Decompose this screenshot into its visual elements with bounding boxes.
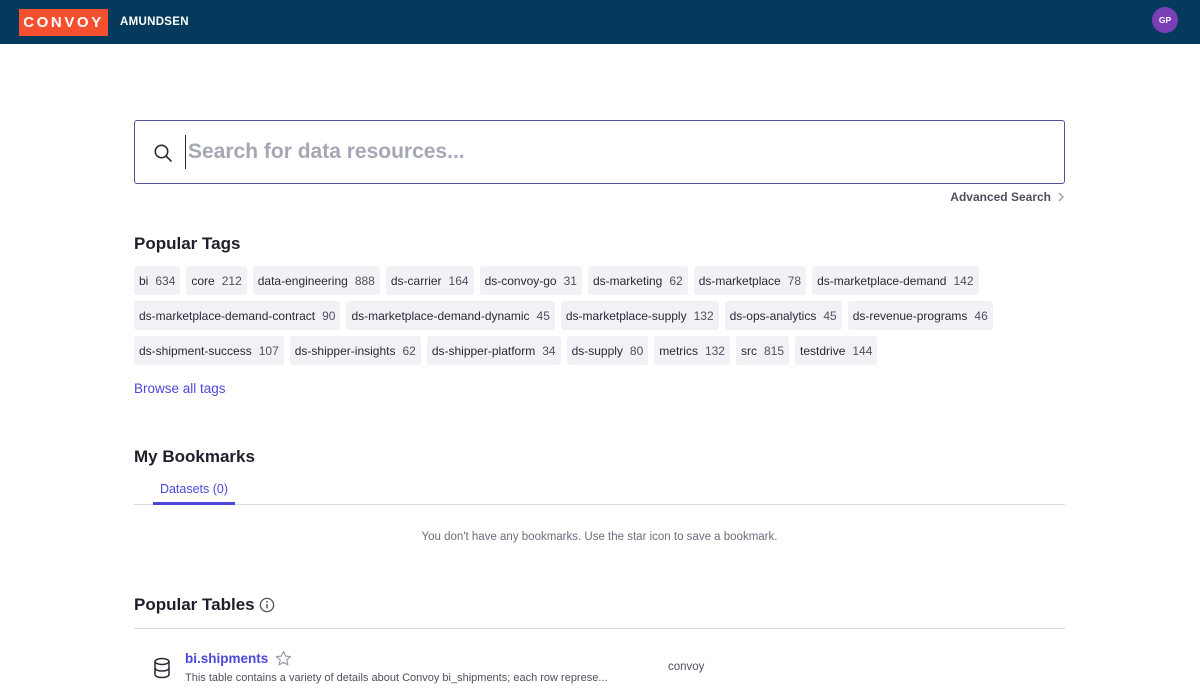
tag-chip[interactable]: src 815 (735, 336, 790, 365)
tag-name: ds-carrier (390, 273, 442, 288)
tag-chip[interactable]: ds-shipment-success 107 (134, 336, 284, 365)
tag-chip[interactable]: ds-convoy-go 31 (479, 266, 582, 295)
tag-chip[interactable]: ds-marketplace-demand-contract 90 (134, 301, 341, 330)
database-icon (154, 657, 170, 679)
tag-chip[interactable]: ds-marketplace-demand-dynamic 45 (346, 301, 555, 330)
tag-name: bi (139, 273, 149, 288)
table-description: This table contains a variety of details… (185, 672, 608, 684)
tab-datasets[interactable]: Datasets (0) (153, 476, 235, 505)
tag-count: 164 (448, 273, 469, 288)
tag-chip[interactable]: ds-shipper-platform 34 (426, 336, 561, 365)
info-icon[interactable] (259, 597, 275, 613)
user-avatar[interactable]: GP (1152, 7, 1178, 33)
advanced-search-label: Advanced Search (950, 190, 1051, 204)
tag-count: 46 (974, 308, 988, 323)
tag-name: ds-marketplace-demand-dynamic (351, 308, 530, 323)
search-bar[interactable] (134, 120, 1065, 184)
browse-all-tags-link[interactable]: Browse all tags (134, 381, 226, 396)
search-input[interactable] (185, 135, 1045, 169)
tag-chip[interactable]: ds-ops-analytics 45 (724, 301, 842, 330)
my-bookmarks-title: My Bookmarks (134, 447, 255, 466)
chevron-right-icon (1058, 192, 1064, 202)
tag-count: 62 (669, 273, 683, 288)
app-name[interactable]: AMUNDSEN (120, 16, 189, 28)
tag-chip[interactable]: ds-shipper-insights 62 (289, 336, 421, 365)
tag-name: data-engineering (257, 273, 348, 288)
tag-chip[interactable]: ds-marketing 62 (587, 266, 688, 295)
tag-chip[interactable]: ds-marketplace-demand 142 (812, 266, 979, 295)
tag-chip[interactable]: ds-supply 80 (566, 336, 649, 365)
tag-count: 31 (563, 273, 577, 288)
bookmarks-tab-bar: Datasets (0) (134, 476, 1065, 505)
tag-count: 815 (763, 343, 785, 358)
tag-count: 888 (354, 273, 375, 288)
tag-name: ds-marketplace-supply (565, 308, 687, 323)
tag-count: 34 (542, 343, 556, 358)
convoy-logo[interactable]: CONVOY (19, 8, 108, 36)
tag-chip[interactable]: ds-marketplace 78 (693, 266, 807, 295)
tag-count: 45 (536, 308, 550, 323)
tag-count: 132 (693, 308, 714, 323)
table-name-link[interactable]: bi.shipments (185, 651, 268, 666)
tag-chip[interactable]: metrics 132 (654, 336, 730, 365)
tag-name: ds-shipper-insights (294, 343, 396, 358)
top-nav-bar: CONVOY AMUNDSEN GP (0, 0, 1200, 44)
tag-chip[interactable]: data-engineering 888 (252, 266, 380, 295)
popular-tables-divider (134, 628, 1065, 629)
tag-chip[interactable]: ds-marketplace-supply 132 (560, 301, 719, 330)
tag-chip[interactable]: bi 634 (134, 266, 181, 295)
tag-name: ds-ops-analytics (729, 308, 817, 323)
tag-name: ds-supply (571, 343, 623, 358)
tag-name: ds-convoy-go (484, 273, 557, 288)
tag-count: 80 (629, 343, 644, 358)
tag-chip[interactable]: core 212 (186, 266, 247, 295)
tag-name: ds-shipper-platform (431, 343, 536, 358)
table-source: convoy (668, 661, 705, 673)
tag-count: 90 (322, 308, 336, 323)
tag-name: testdrive (800, 343, 846, 358)
tag-count: 45 (823, 308, 837, 323)
tag-name: ds-revenue-programs (852, 308, 968, 323)
tag-name: ds-shipment-success (139, 343, 252, 358)
star-icon[interactable] (275, 650, 292, 667)
tag-name: ds-marketplace-demand-contract (139, 308, 316, 323)
tag-name: src (740, 343, 757, 358)
tag-name: core (191, 273, 215, 288)
tag-chip[interactable]: ds-carrier 164 (385, 266, 474, 295)
tag-name: metrics (659, 343, 698, 358)
tag-chip[interactable]: testdrive 144 (795, 336, 878, 365)
tag-count: 78 (787, 273, 802, 288)
tag-count: 107 (258, 343, 279, 358)
advanced-search-link[interactable]: Advanced Search (950, 190, 1065, 204)
tag-chip[interactable]: ds-revenue-programs 46 (847, 301, 993, 330)
popular-tags-list: bi 634 core 212 data-engineering 888 ds-carrie… (134, 266, 1065, 365)
tag-name: ds-marketplace (698, 273, 781, 288)
tag-count: 132 (704, 343, 725, 358)
tag-count: 62 (402, 343, 416, 358)
tag-count: 634 (155, 273, 176, 288)
tag-name: ds-marketing (592, 273, 663, 288)
bookmarks-empty-message: You don't have any bookmarks. Use the st… (421, 531, 778, 543)
tag-count: 142 (953, 273, 974, 288)
search-icon (154, 144, 172, 162)
popular-tables-title: Popular Tables (134, 595, 255, 614)
tag-name: ds-marketplace-demand (817, 273, 947, 288)
popular-tags-title: Popular Tags (134, 234, 241, 253)
table-row[interactable]: bi.shipments This table contains a varie… (134, 647, 1065, 687)
tag-count: 144 (852, 343, 873, 358)
tag-count: 212 (221, 273, 242, 288)
